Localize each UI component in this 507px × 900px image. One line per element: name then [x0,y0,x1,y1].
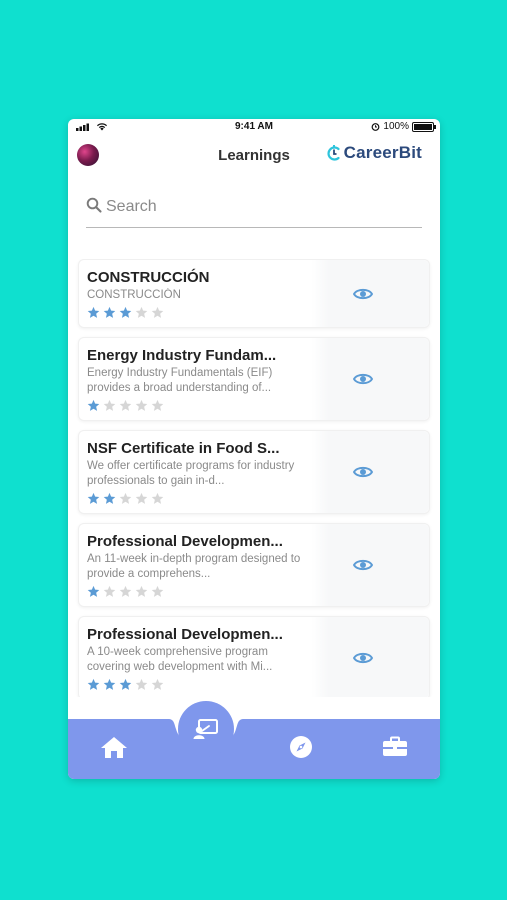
course-description: CONSTRUCCIÓN [87,289,181,301]
course-title: Professional Developmen... [87,626,283,643]
star-filled-icon [119,306,132,318]
eye-icon[interactable] [353,464,373,480]
star-empty-icon [103,399,116,411]
course-title: NSF Certificate in Food S... [87,440,280,457]
eye-icon[interactable] [353,371,373,387]
star-filled-icon [87,399,100,411]
course-description: A 10-week comprehensive program covering… [87,646,273,673]
compass-icon [290,736,312,758]
star-empty-icon [103,585,116,597]
careerbit-logo-icon [327,145,340,161]
course-title: CONSTRUCCIÓN [87,269,210,286]
rating-stars [87,399,309,412]
star-filled-icon [103,678,116,690]
tab-learnings[interactable] [178,701,234,757]
star-empty-icon [151,399,164,411]
app-header: Learnings CareerBit [68,141,440,173]
rating-stars [87,306,309,319]
star-empty-icon [151,492,164,504]
search-bar[interactable] [86,191,422,228]
star-empty-icon [119,585,132,597]
brand-name: CareerBit [343,143,422,162]
course-list: CONSTRUCCIÓN CONSTRUCCIÓN Energy Industr… [68,259,440,697]
star-filled-icon [87,585,100,597]
course-info: CONSTRUCCIÓN CONSTRUCCIÓN [87,268,309,319]
eye-icon[interactable] [353,557,373,573]
alarm-icon [372,123,380,131]
star-filled-icon [103,492,116,504]
eye-icon[interactable] [353,286,373,302]
phone-screen: 9:41 AM 100% Learnings CareerBit Search … [68,119,440,779]
course-info: NSF Certificate in Food S... We offer ce… [87,439,309,505]
course-description: Energy Industry Fundamentals (EIF) provi… [87,367,273,394]
battery-percent: 100% [383,121,409,132]
course-action-area [311,338,429,420]
course-description: We offer certificate programs for indust… [87,460,295,487]
course-card[interactable]: Professional Developmen... An 11-week in… [78,523,430,607]
star-empty-icon [119,492,132,504]
search-icon [86,197,102,213]
star-empty-icon [135,306,148,318]
star-filled-icon [87,306,100,318]
star-empty-icon [135,678,148,690]
eye-icon[interactable] [353,650,373,666]
course-action-area [311,617,429,697]
course-info: Professional Developmen... A 10-week com… [87,625,309,691]
star-empty-icon [119,399,132,411]
course-description: An 11-week in-depth program designed to … [87,553,301,580]
course-action-area [311,524,429,606]
rating-stars [87,678,309,691]
briefcase-icon [383,736,407,756]
star-filled-icon [103,306,116,318]
course-action-area [311,431,429,513]
star-empty-icon [151,306,164,318]
tab-explore[interactable] [285,733,317,761]
course-action-area [311,260,429,327]
learnings-icon [193,719,218,739]
course-card[interactable]: Professional Developmen... A 10-week com… [78,616,430,697]
status-right: 100% [371,121,436,132]
brand-logo: CareerBit [326,143,422,163]
rating-stars [87,492,309,505]
tab-home[interactable] [98,733,130,761]
star-filled-icon [87,678,100,690]
battery-icon [412,121,436,132]
star-empty-icon [135,399,148,411]
search-input[interactable] [104,195,408,219]
star-empty-icon [151,585,164,597]
tab-jobs[interactable] [379,733,411,761]
course-card[interactable]: NSF Certificate in Food S... We offer ce… [78,430,430,514]
home-icon [101,737,127,758]
course-card[interactable]: CONSTRUCCIÓN CONSTRUCCIÓN [78,259,430,328]
star-empty-icon [135,492,148,504]
course-info: Professional Developmen... An 11-week in… [87,532,309,598]
bottom-tab-bar [68,701,440,779]
course-title: Professional Developmen... [87,533,283,550]
star-filled-icon [119,678,132,690]
star-filled-icon [87,492,100,504]
course-title: Energy Industry Fundam... [87,347,277,364]
course-card[interactable]: Energy Industry Fundam... Energy Industr… [78,337,430,421]
course-info: Energy Industry Fundam... Energy Industr… [87,346,309,412]
star-empty-icon [151,678,164,690]
status-bar: 9:41 AM 100% [68,119,440,135]
star-empty-icon [135,585,148,597]
rating-stars [87,585,309,598]
